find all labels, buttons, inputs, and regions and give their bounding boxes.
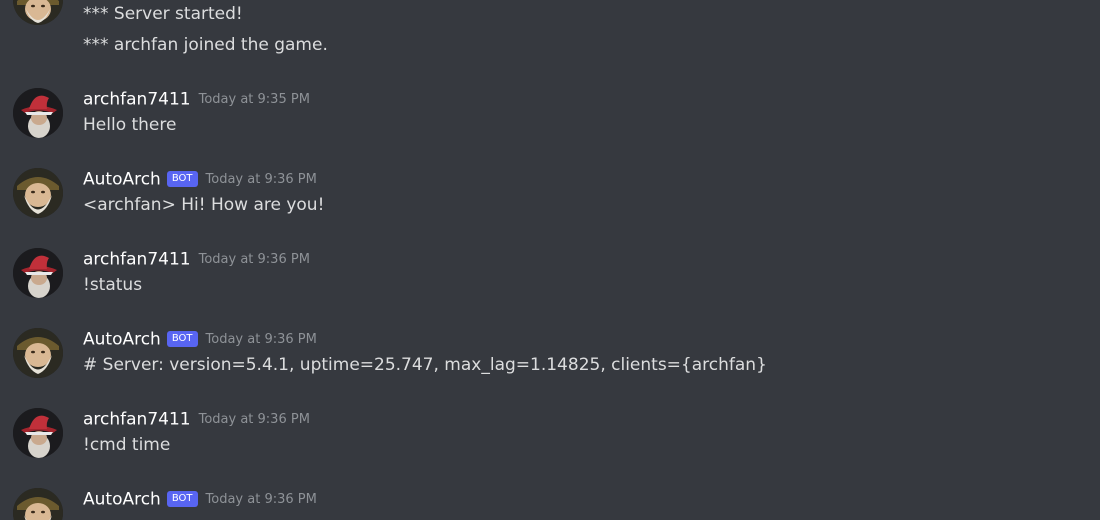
bot-tag: BOT	[166, 330, 198, 347]
avatar[interactable]	[13, 488, 63, 520]
message-header: AutoArch BOT Today at 9:36 PM	[83, 328, 317, 350]
timestamp: Today at 9:36 PM	[198, 411, 310, 427]
username[interactable]: archfan7411	[83, 410, 191, 430]
username[interactable]: AutoArch	[83, 170, 161, 190]
system-message: *** archfan joined the game.	[83, 35, 328, 55]
message-content: <archfan> Hi! How are you!	[83, 195, 325, 215]
bot-tag: BOT	[166, 170, 198, 187]
red-hat-wizard-avatar-icon	[13, 248, 63, 298]
bearded-wizard-avatar-icon	[13, 328, 63, 378]
username[interactable]: archfan7411	[83, 90, 191, 110]
username[interactable]: AutoArch	[83, 330, 161, 350]
avatar[interactable]	[13, 248, 63, 298]
message-content: !status	[83, 275, 143, 295]
bot-tag: BOT	[166, 490, 198, 507]
avatar[interactable]	[13, 168, 63, 218]
timestamp: Today at 9:36 PM	[205, 491, 317, 507]
message-header: AutoArch BOT Today at 9:36 PM	[83, 488, 317, 510]
username[interactable]: AutoArch	[83, 490, 161, 510]
message-content: Hello there	[83, 115, 177, 135]
timestamp: Today at 9:36 PM	[198, 251, 310, 267]
avatar[interactable]	[13, 408, 63, 458]
username[interactable]: archfan7411	[83, 250, 191, 270]
message-header: archfan7411 Today at 9:35 PM	[83, 88, 310, 110]
chat-messages-area: *** Server started! *** archfan joined t…	[0, 0, 1100, 520]
avatar[interactable]	[13, 0, 63, 25]
bearded-wizard-avatar-icon	[13, 168, 63, 218]
message-content: !cmd time	[83, 435, 171, 455]
message-header: AutoArch BOT Today at 9:36 PM	[83, 168, 317, 190]
red-hat-wizard-avatar-icon	[13, 88, 63, 138]
message-content: # Server: version=5.4.1, uptime=25.747, …	[83, 355, 767, 375]
bearded-wizard-avatar-icon	[13, 0, 63, 25]
system-message: *** Server started!	[83, 4, 243, 24]
bearded-wizard-avatar-icon	[13, 488, 63, 520]
avatar[interactable]	[13, 328, 63, 378]
message-header: archfan7411 Today at 9:36 PM	[83, 408, 310, 430]
message-header: archfan7411 Today at 9:36 PM	[83, 248, 310, 270]
timestamp: Today at 9:35 PM	[198, 91, 310, 107]
avatar[interactable]	[13, 88, 63, 138]
red-hat-wizard-avatar-icon	[13, 408, 63, 458]
timestamp: Today at 9:36 PM	[205, 331, 317, 347]
timestamp: Today at 9:36 PM	[205, 171, 317, 187]
